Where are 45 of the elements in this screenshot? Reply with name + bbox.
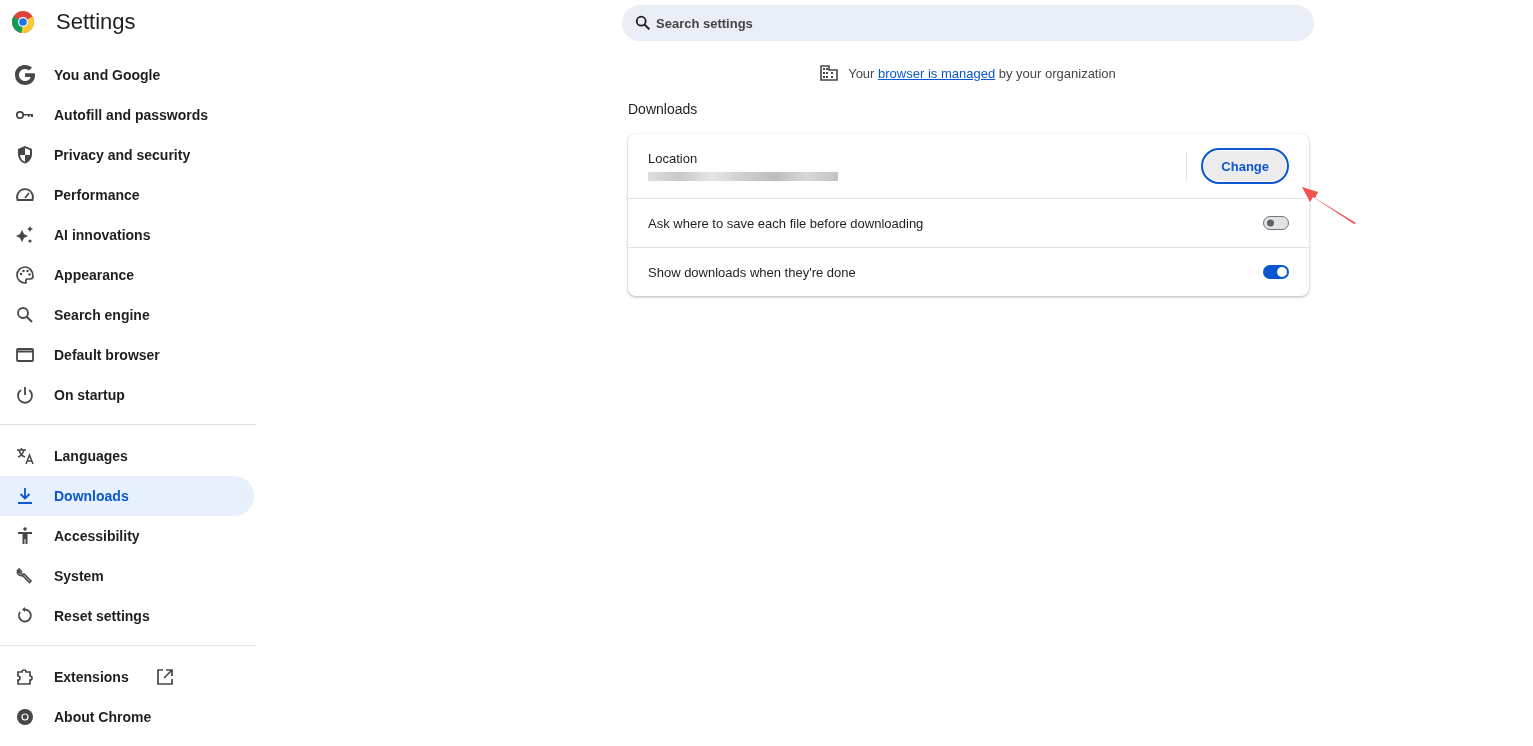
sidebar-item-icon [15,486,35,506]
sidebar-item[interactable]: Autofill and passwords [0,95,254,135]
setting-label: Ask where to save each file before downloading [648,215,925,231]
sidebar-item[interactable]: Reset settings [0,596,254,636]
managed-link[interactable]: browser is managed [878,65,996,81]
annotation-arrow [1301,186,1357,224]
setting-label: Show downloads when they're done [648,264,857,280]
sidebar-item-icon [15,526,35,546]
sidebar-item-icon [15,345,35,365]
search-field[interactable]: Search settings [622,5,1314,41]
sidebar-item[interactable]: System [0,556,254,596]
external-link-icon[interactable] [155,668,174,686]
sidebar-item[interactable]: Performance [0,175,254,215]
location-label: Location [648,151,699,166]
sidebar-item-icon [15,65,35,85]
toggle-switch[interactable] [1263,265,1289,279]
sidebar-item[interactable]: AI innovations [0,215,254,255]
sidebar-item[interactable]: Extensions [0,657,254,697]
sidebar-item-icon [15,446,35,466]
sidebar-item[interactable]: On startup [0,375,254,415]
sidebar-item-icon [15,225,35,245]
page-title: Settings [56,9,136,35]
sidebar-item-icon [15,707,35,727]
sidebar-item[interactable]: Languages [0,436,254,476]
sidebar-item[interactable]: Privacy and security [0,135,254,175]
sidebar-item[interactable]: You and Google [0,55,254,95]
sidebar-item-icon [15,667,35,687]
change-button[interactable]: Change [1201,148,1289,184]
sidebar-item-icon [15,385,35,405]
building-icon [820,65,839,81]
sidebar-item[interactable]: Default browser [0,335,254,375]
sidebar-item-icon [15,145,35,165]
section-title: Downloads [628,101,699,117]
sidebar-item-icon [15,305,35,325]
sidebar-item[interactable]: About Chrome [0,697,254,737]
sidebar-item-icon [15,265,35,285]
browser-logo-icon [12,11,34,33]
sidebar-item[interactable]: Appearance [0,255,254,295]
sidebar-item[interactable]: Accessibility [0,516,254,556]
managed-notice: Your browser is managed by your organization [848,65,1116,81]
search-icon [634,14,652,32]
sidebar-item[interactable]: Downloads [0,476,254,516]
sidebar-item[interactable]: Search engine [0,295,254,335]
sidebar-item-icon [15,566,35,586]
toggle-switch[interactable] [1263,216,1289,230]
